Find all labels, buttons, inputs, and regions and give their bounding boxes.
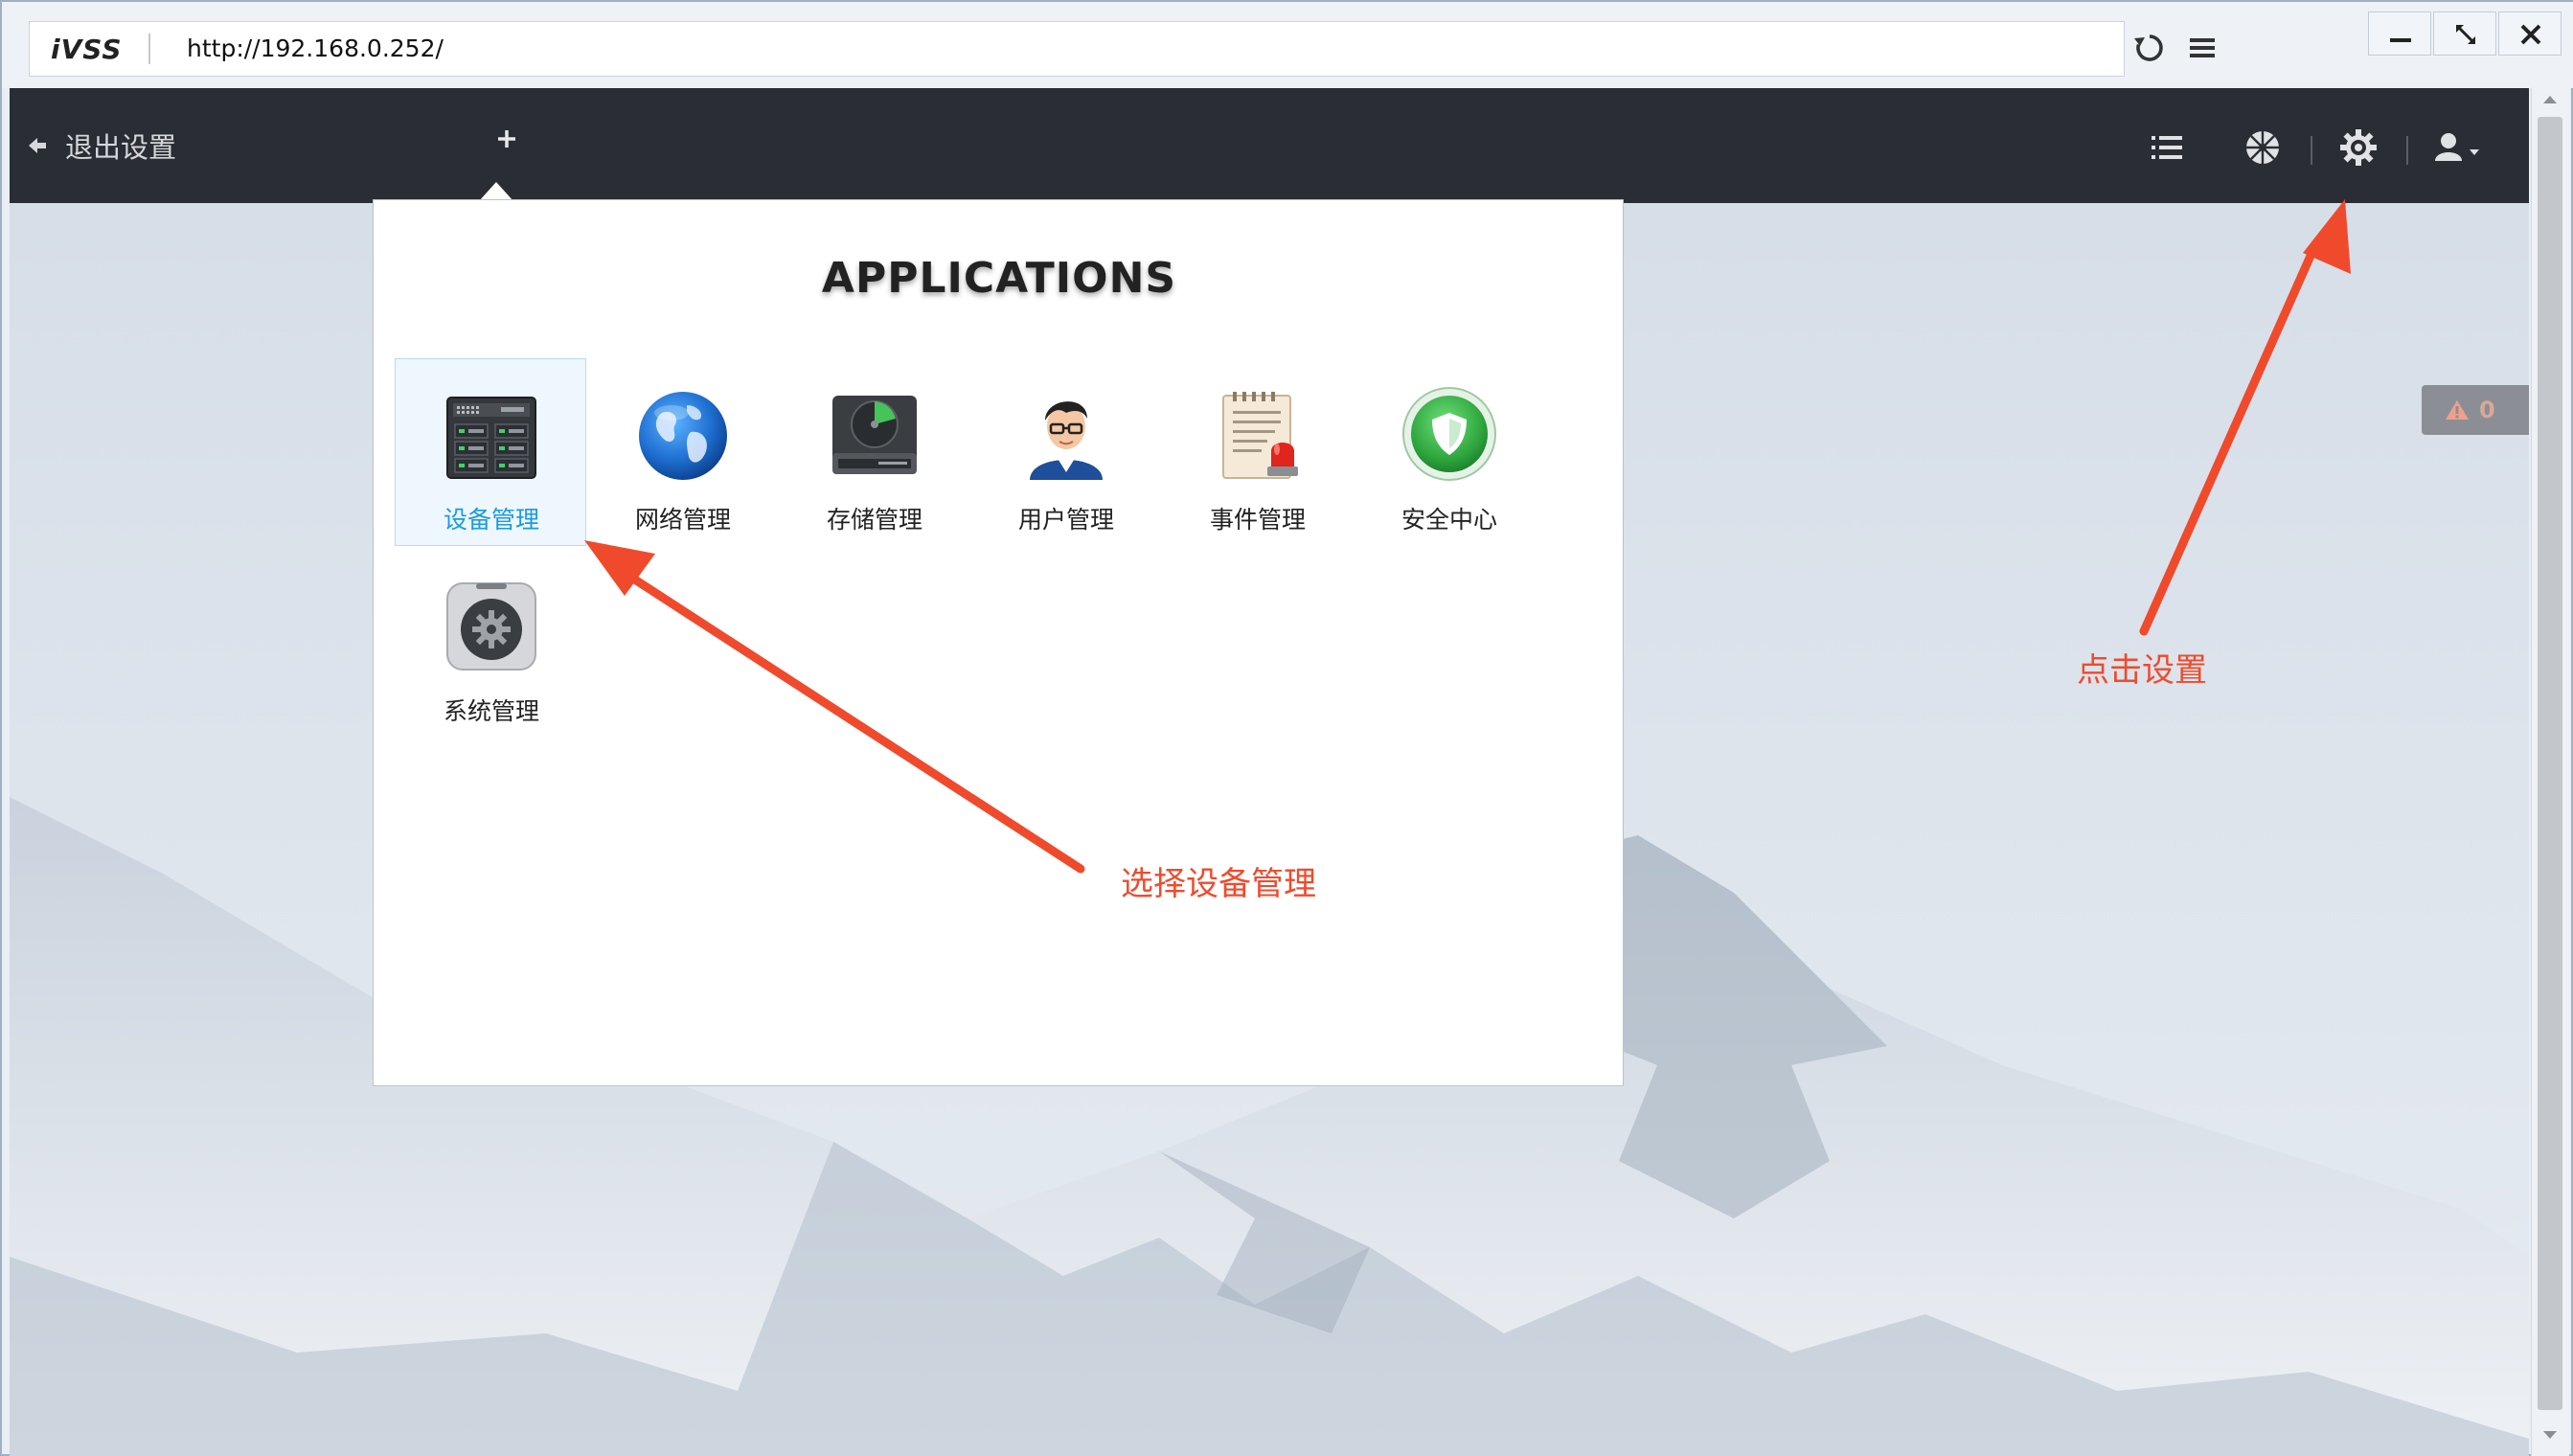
app-label: 用户管理 [1017, 506, 1114, 534]
warning-icon [2446, 400, 2469, 420]
scroll-down-icon[interactable] [2539, 1427, 2561, 1443]
list-icon[interactable] [2146, 126, 2188, 169]
app-security-center[interactable]: 安全中心 [1353, 358, 1544, 546]
app-storage-management[interactable]: 存储管理 [778, 358, 969, 546]
applications-title: APPLICATIONS [821, 254, 1177, 303]
app-system-management[interactable]: 系统管理 [395, 550, 586, 738]
app-event-management[interactable]: 事件管理 [1161, 358, 1353, 546]
toolbar-divider [2311, 136, 2312, 165]
storage-icon [832, 396, 917, 474]
exit-settings-button[interactable]: 退出设置 [27, 126, 176, 165]
aperture-icon[interactable] [2242, 126, 2284, 169]
minimize-button[interactable] [2368, 11, 2431, 56]
address-bar[interactable]: iVSS http://192.168.0.252/ [29, 21, 2125, 77]
scroll-up-icon[interactable] [2539, 92, 2561, 107]
system-icon [446, 582, 536, 671]
user-icon [1030, 401, 1103, 480]
maximize-button[interactable] [2433, 11, 2496, 56]
annotation-click-settings: 点击设置 [2077, 651, 2207, 690]
gear-icon[interactable] [2337, 126, 2379, 169]
app-network-management[interactable]: 网络管理 [586, 358, 778, 546]
minimize-icon [2390, 38, 2411, 42]
shield-icon [1402, 387, 1496, 481]
vertical-scrollbar[interactable] [2531, 88, 2569, 1456]
close-button[interactable] [2498, 11, 2562, 56]
globe-icon [639, 392, 727, 480]
scrollbar-thumb[interactable] [2538, 117, 2562, 1410]
app-label: 设备管理 [443, 506, 539, 534]
device-icon [446, 397, 536, 479]
app-device-management[interactable]: 设备管理 [395, 358, 586, 546]
refresh-icon[interactable] [2130, 29, 2169, 67]
app-user-management[interactable]: 用户管理 [969, 358, 1161, 546]
annotation-select-device: 选择设备管理 [1121, 865, 1316, 903]
hamburger-menu-icon[interactable] [2184, 29, 2222, 67]
brand-logo: iVSS [51, 34, 123, 65]
app-label: 网络管理 [634, 506, 731, 534]
browser-window: iVSS http://192.168.0.252/ 退出设置 0 APPLIC… [0, 0, 2573, 1456]
app-toolbar: 退出设置 [10, 88, 2529, 203]
add-tab-icon[interactable] [485, 117, 529, 161]
panel-caret [479, 182, 513, 201]
url-text[interactable]: http://192.168.0.252/ [187, 34, 444, 62]
alarm-badge[interactable]: 0 [2422, 385, 2529, 435]
app-label: 存储管理 [826, 506, 922, 534]
app-label: 事件管理 [1209, 506, 1306, 534]
app-label: 安全中心 [1400, 506, 1497, 534]
app-label: 系统管理 [443, 697, 539, 725]
exit-settings-label: 退出设置 [65, 131, 177, 164]
brand-divider [148, 34, 150, 64]
alarm-count: 0 [2479, 397, 2495, 423]
toolbar-divider [2406, 136, 2408, 165]
applications-panel: APPLICATIONS 设备管理 网络管理 存储管理 用户管理 事件管理 安全… [373, 199, 1624, 1086]
user-menu-icon[interactable] [2429, 126, 2491, 169]
expand-icon [2456, 25, 2475, 44]
title-bar: iVSS http://192.168.0.252/ [2, 2, 2573, 88]
back-arrow-icon [29, 138, 46, 153]
event-icon [1222, 392, 1298, 479]
close-icon [2520, 24, 2541, 45]
